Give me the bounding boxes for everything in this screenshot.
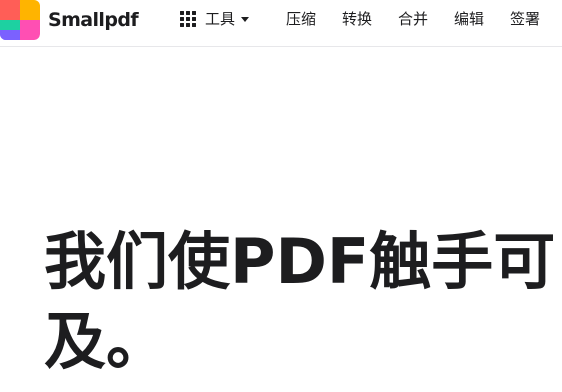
- smallpdf-logo-link[interactable]: Smallpdf: [0, 0, 139, 40]
- nav-item-convert[interactable]: 转换: [342, 8, 372, 30]
- tools-menu-button[interactable]: 工具: [180, 8, 250, 30]
- page: Smallpdf 工具 压缩 转换 合并 编辑 签署 我们使PDF触手可及。: [0, 0, 562, 392]
- nav-item-edit[interactable]: 编辑: [454, 8, 484, 30]
- smallpdf-logo-icon: [0, 0, 40, 40]
- nav-item-compress[interactable]: 压缩: [286, 8, 316, 30]
- nav-item-sign[interactable]: 签署: [510, 8, 540, 30]
- hero-heading: 我们使PDF触手可及。: [44, 225, 556, 378]
- brand-name: Smallpdf: [48, 9, 139, 31]
- grid-icon: [180, 11, 196, 27]
- nav-item-merge[interactable]: 合并: [398, 8, 428, 30]
- tools-menu-label: 工具: [205, 10, 236, 28]
- caret-down-icon: [241, 16, 250, 22]
- top-navigation-bar: Smallpdf 工具 压缩 转换 合并 编辑 签署: [0, 0, 562, 47]
